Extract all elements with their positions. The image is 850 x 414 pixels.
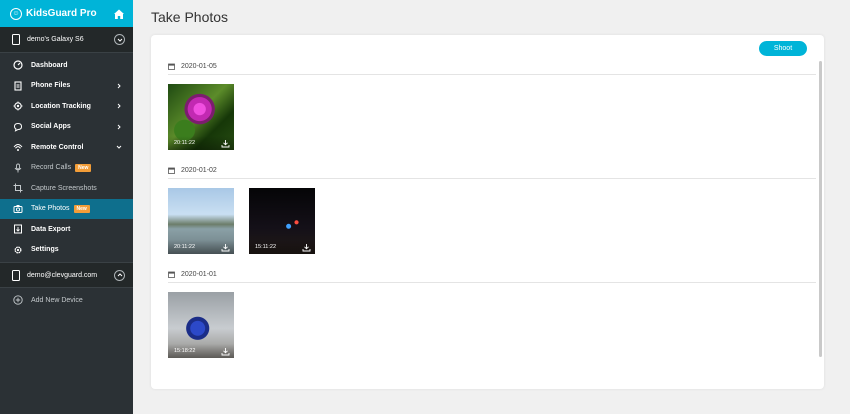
date-header: 2020-01-02 xyxy=(168,166,816,179)
calendar-icon xyxy=(168,63,175,70)
chevron-down-icon[interactable] xyxy=(114,34,125,45)
account-email: demo@clevguard.com xyxy=(27,271,98,279)
nav-location-tracking[interactable]: Location Tracking xyxy=(0,96,133,117)
location-icon xyxy=(13,101,23,111)
file-icon xyxy=(13,81,23,91)
photo-time: 20:11:22 xyxy=(174,244,196,250)
chevron-right-icon xyxy=(115,82,123,90)
date-group: 2020-01-05 20:11:22 xyxy=(168,62,816,150)
plus-circle-icon xyxy=(13,295,23,305)
microphone-icon xyxy=(13,163,23,173)
chevron-right-icon xyxy=(115,123,123,131)
chat-icon xyxy=(13,122,23,132)
date-header: 2020-01-05 xyxy=(168,62,816,75)
download-icon[interactable] xyxy=(302,243,311,252)
home-icon[interactable] xyxy=(113,8,125,20)
device-selector[interactable]: demo's Galaxy S6 xyxy=(0,27,133,53)
nav-record-calls[interactable]: Record Calls New xyxy=(0,158,133,179)
add-new-device[interactable]: Add New Device xyxy=(0,288,133,312)
chevron-down-icon xyxy=(115,143,123,151)
dashboard-icon xyxy=(13,60,23,70)
device-name: demo's Galaxy S6 xyxy=(27,36,84,43)
new-badge: New xyxy=(75,163,92,172)
brand-bar: ☺ KidsGuard Pro xyxy=(0,0,133,27)
photo-meta: 20:11:22 xyxy=(168,136,234,150)
photo-list: 20:11:22 xyxy=(168,84,816,150)
photo-time: 20:11:22 xyxy=(174,140,196,146)
photos-card: Shoot 2020-01-05 20:11:22 2020-01-02 20: xyxy=(151,35,824,389)
phone-icon xyxy=(12,269,20,281)
download-icon[interactable] xyxy=(221,139,230,148)
date-label: 2020-01-02 xyxy=(181,167,217,174)
nav-label: Phone Files xyxy=(31,82,71,90)
logo-icon: ☺ xyxy=(10,7,22,20)
scrollbar[interactable] xyxy=(819,61,822,357)
nav-label: Remote Control xyxy=(31,143,84,151)
nav-settings[interactable]: Settings xyxy=(0,240,133,261)
nav-capture-screenshots[interactable]: Capture Screenshots xyxy=(0,178,133,199)
date-header: 2020-01-01 xyxy=(168,270,816,283)
download-icon[interactable] xyxy=(221,243,230,252)
camera-icon xyxy=(13,204,23,214)
export-icon xyxy=(13,224,23,234)
phone-icon xyxy=(12,34,20,45)
download-icon[interactable] xyxy=(221,347,230,356)
nav-label: Data Export xyxy=(31,225,71,233)
nav-label: Dashboard xyxy=(31,61,68,69)
nav-label: Take Photos xyxy=(31,205,70,213)
nav-label: Social Apps xyxy=(31,123,71,131)
photo-thumbnail[interactable]: 15:11:22 xyxy=(249,188,315,254)
photo-thumbnail[interactable]: 15:18:22 xyxy=(168,292,234,358)
photo-time: 15:11:22 xyxy=(255,244,277,250)
photo-meta: 20:11:22 xyxy=(168,240,234,254)
nav-phone-files[interactable]: Phone Files xyxy=(0,76,133,97)
photo-thumbnail[interactable]: 20:11:22 xyxy=(168,84,234,150)
gear-icon xyxy=(13,245,23,255)
add-device-label: Add New Device xyxy=(31,296,83,304)
nav-label: Location Tracking xyxy=(31,102,91,110)
chevron-right-icon xyxy=(115,102,123,110)
nav-label: Settings xyxy=(31,246,59,254)
date-label: 2020-01-05 xyxy=(181,63,217,70)
brand-name: KidsGuard Pro xyxy=(26,8,97,19)
calendar-icon xyxy=(168,167,175,174)
nav-label: Record Calls xyxy=(31,164,72,172)
photo-meta: 15:18:22 xyxy=(168,344,234,358)
nav-take-photos[interactable]: Take Photos New xyxy=(0,198,133,219)
photo-meta: 15:11:22 xyxy=(249,240,315,254)
photo-list: 15:18:22 xyxy=(168,292,816,358)
date-label: 2020-01-01 xyxy=(181,271,217,278)
shoot-button[interactable]: Shoot xyxy=(759,41,807,56)
account-selector[interactable]: demo@clevguard.com xyxy=(0,262,133,288)
sidebar: ☺ KidsGuard Pro demo's Galaxy S6 Dashboa… xyxy=(0,0,133,414)
remote-icon xyxy=(13,142,23,152)
crop-icon xyxy=(13,183,23,193)
date-group: 2020-01-02 20:11:22 15:11:22 xyxy=(168,166,816,254)
new-badge: New xyxy=(73,204,90,213)
nav-social-apps[interactable]: Social Apps xyxy=(0,117,133,138)
nav-label: Capture Screenshots xyxy=(31,184,97,192)
nav-dashboard[interactable]: Dashboard xyxy=(0,55,133,76)
nav-data-export[interactable]: Data Export xyxy=(0,219,133,240)
chevron-up-icon[interactable] xyxy=(114,269,125,281)
nav-remote-control[interactable]: Remote Control xyxy=(0,137,133,158)
date-group: 2020-01-01 15:18:22 xyxy=(168,270,816,358)
photo-thumbnail[interactable]: 20:11:22 xyxy=(168,188,234,254)
photo-time: 15:18:22 xyxy=(174,348,196,354)
page-title: Take Photos xyxy=(151,9,229,25)
calendar-icon xyxy=(168,271,175,278)
photo-list: 20:11:22 15:11:22 xyxy=(168,188,816,254)
